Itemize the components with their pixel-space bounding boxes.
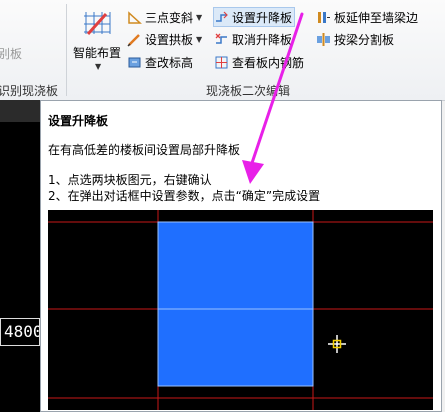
rebar-view-icon xyxy=(215,56,228,68)
cancel-raise-slab-button[interactable]: 取消升降板 xyxy=(214,30,292,48)
ribbon-toolbar: 别板 识别现浇板 智能布置 ▼ 三点变斜 ▼ 设置拱板 ▼ 查改标高 设置升降板 xyxy=(0,0,445,101)
drawing-canvas[interactable] xyxy=(0,100,40,412)
smart-layout-dropdown-icon[interactable]: ▼ xyxy=(95,62,101,71)
tooltip-description: 在有高低差的楼板间设置局部升降板 xyxy=(48,143,241,157)
split-icon xyxy=(317,32,330,46)
preview-diagram xyxy=(48,210,433,410)
tooltip-title: 设置升降板 xyxy=(48,114,109,128)
set-raise-slab-label: 设置升降板 xyxy=(232,10,293,25)
extend-to-wall-beam-label: 板延伸至墙梁边 xyxy=(334,10,419,25)
three-point-slope-label: 三点变斜 xyxy=(145,10,194,25)
view-slab-rebar-label: 查看板内钢筋 xyxy=(232,55,305,70)
triangle-slope-icon xyxy=(128,10,142,24)
partial-ribbon-label: 别板 xyxy=(0,46,23,61)
extend-icon xyxy=(318,11,330,23)
split-by-beam-button[interactable]: 按梁分割板 xyxy=(316,30,394,48)
partial-ribbon-button[interactable]: 别板 xyxy=(0,44,22,62)
smart-layout-button[interactable]: 智能布置 ▼ xyxy=(72,6,124,76)
set-raise-slab-button[interactable]: 设置升降板 xyxy=(212,7,296,27)
cancel-raise-slab-label: 取消升降板 xyxy=(232,32,293,47)
tooltip-step-2: 2、在弹出对话框中设置参数，点击“确定”完成设置 xyxy=(48,189,321,203)
elevation-icon xyxy=(128,57,141,67)
smart-layout-label: 智能布置 xyxy=(73,46,122,60)
canvas-top-bar xyxy=(0,100,40,122)
extend-to-wall-beam-button[interactable]: 板延伸至墙梁边 xyxy=(316,8,418,26)
set-arch-slab-label: 设置拱板 xyxy=(145,32,194,47)
chevron-down-icon[interactable]: ▼ xyxy=(196,13,202,22)
raise-slab-icon xyxy=(216,11,228,22)
chevron-down-icon[interactable]: ▼ xyxy=(196,35,202,44)
three-point-slope-button[interactable]: 三点变斜 ▼ xyxy=(127,8,202,26)
dimension-input[interactable]: 4800 xyxy=(0,318,40,346)
check-elevation-button[interactable]: 查改标高 xyxy=(127,53,193,71)
tooltip-step-1: 1、点选两块板图元，右键确认 xyxy=(48,173,212,187)
split-by-beam-label: 按梁分割板 xyxy=(334,32,395,47)
smart-layout-grid-icon xyxy=(84,12,111,36)
check-elevation-label: 查改标高 xyxy=(145,55,194,70)
ribbon-group-label-edit: 现浇板二次编辑 xyxy=(206,84,291,98)
cancel-raise-icon xyxy=(215,33,227,44)
ribbon-separator xyxy=(66,4,67,96)
crosshair-cursor-icon xyxy=(328,335,346,353)
arch-pencil-icon xyxy=(127,33,140,47)
slab-lower xyxy=(157,308,314,387)
set-arch-slab-button[interactable]: 设置拱板 ▼ xyxy=(127,30,202,48)
slab-upper xyxy=(157,221,314,310)
view-slab-rebar-button[interactable]: 查看板内钢筋 xyxy=(214,53,304,71)
tooltip-panel: 设置升降板 在有高低差的楼板间设置局部升降板 1、点选两块板图元，右键确认 2、… xyxy=(40,100,442,412)
ribbon-group-label-recognize: 识别现浇板 xyxy=(0,84,59,98)
tooltip-preview-image xyxy=(48,210,433,410)
